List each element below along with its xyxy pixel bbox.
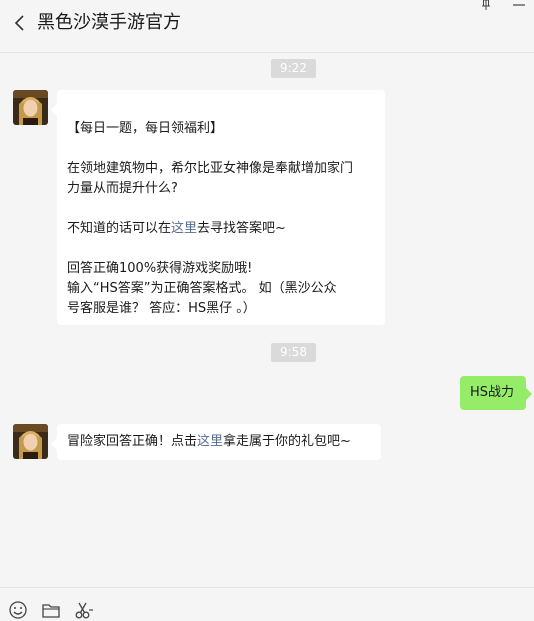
minimize-icon[interactable] — [511, 0, 527, 12]
chat-title: 黑色沙漠手游官方 — [37, 12, 181, 33]
emoji-icon[interactable] — [8, 600, 28, 620]
message-text: 回答正确100%获得游戏奖励哦! — [67, 261, 253, 276]
message-text: 不知道的话可以在这里去寻找答案吧~ — [67, 219, 375, 239]
here-link[interactable]: 这里 — [197, 434, 223, 449]
avatar[interactable] — [13, 90, 48, 125]
avatar-image — [13, 90, 48, 125]
reply-bubble: HS战力 — [460, 376, 532, 410]
pin-icon[interactable] — [478, 0, 494, 12]
chat-header: 黑色沙漠手游官方 — [0, 0, 534, 53]
message-text: 输入“HS答案”为正确答案格式。 如（黑沙公众 — [67, 281, 337, 296]
input-toolbar — [0, 587, 534, 621]
scissors-icon[interactable] — [74, 600, 94, 620]
message-text-part: 冒险家回答正确！点击 — [67, 434, 198, 449]
message-text: 号客服是谁？ 答应：HS黑仔 。） — [67, 301, 256, 316]
message-text: 冒险家回答正确！点击这里拿走属于你的礼包吧~ — [67, 432, 381, 452]
message-text: 力量从而提升什么? — [67, 181, 178, 196]
folder-icon[interactable] — [41, 600, 61, 620]
timestamp: 9:58 — [271, 343, 316, 362]
message-text: 【每日一题，每日领福利】 — [67, 121, 224, 136]
here-link[interactable]: 这里 — [171, 221, 197, 236]
message-bubble: 【每日一题，每日领福利】 在领地建筑物中，希尔比亚女神像是奉献增加家门 力量从而… — [51, 90, 385, 325]
message-text-part: 去寻找答案吧~ — [197, 221, 286, 236]
avatar-image — [13, 424, 48, 459]
back-icon[interactable] — [12, 12, 30, 34]
message-bubble: 冒险家回答正确！点击这里拿走属于你的礼包吧~ — [51, 424, 381, 460]
avatar[interactable] — [13, 424, 48, 459]
message-text: 在领地建筑物中，希尔比亚女神像是奉献增加家门 — [67, 161, 354, 176]
timestamp: 9:22 — [271, 59, 316, 78]
message-text-part: 不知道的话可以在 — [67, 221, 172, 236]
message-text-part: 拿走属于你的礼包吧~ — [223, 434, 351, 449]
